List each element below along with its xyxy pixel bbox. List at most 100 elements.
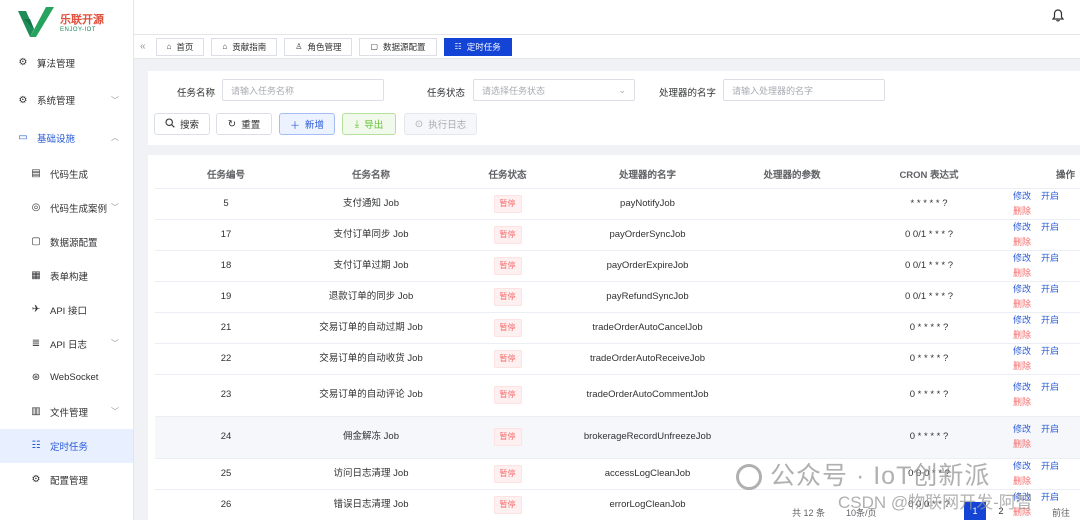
cell-job-id: 22 xyxy=(155,343,297,375)
edit-link[interactable]: 修改 xyxy=(1013,189,1031,203)
header-job-id: 任务编号 xyxy=(155,161,297,189)
tab-0[interactable]: ⌂ 首页 xyxy=(155,37,205,56)
cell-handler-param xyxy=(725,250,859,282)
sidebar-item-2[interactable]: ▭ 基础设施 ︿ xyxy=(0,119,133,157)
delete-link[interactable]: 删除 xyxy=(1013,266,1031,280)
edit-link[interactable]: 修改 xyxy=(1013,459,1031,473)
delete-link[interactable]: 删除 xyxy=(1013,204,1031,218)
sidebar-item-4[interactable]: ◎ 代码生成案例 ﹀ xyxy=(0,191,133,225)
cell-job-status: 暂停 xyxy=(445,374,570,417)
edit-link[interactable]: 修改 xyxy=(1013,313,1031,327)
logo[interactable]: 乐联开源 ENJOY-IOT xyxy=(0,0,133,44)
sidebar-item-label: WebSocket xyxy=(50,372,99,383)
start-link[interactable]: 开启 xyxy=(1041,344,1059,358)
start-link[interactable]: 开启 xyxy=(1041,220,1059,234)
sidebar-item-0[interactable]: ⚙ 算法管理 xyxy=(0,44,133,82)
delete-link[interactable]: 删除 xyxy=(1013,297,1031,311)
sidebar: 乐联开源 ENJOY-IOT ⚙ 算法管理 ⚙ 系统管理 ﹀ ▭ 基础设施 ︿ ▤ 代码生成 ◎ 代码… xyxy=(0,0,134,520)
add-button[interactable]: ＋ 新增 xyxy=(279,113,335,135)
file-icon: ▥ xyxy=(31,406,41,417)
sidebar-item-11[interactable]: ☷ 定时任务 xyxy=(0,428,133,463)
task-status-select[interactable]: 请选择任务状态 ⌄ xyxy=(473,79,635,101)
pagination-total: 共 12 条 xyxy=(792,508,826,518)
start-link[interactable]: 开启 xyxy=(1041,282,1059,296)
sidebar-item-12[interactable]: ⚙ 配置管理 xyxy=(0,463,133,497)
double-chevron-left-icon[interactable]: « xyxy=(140,41,146,52)
cell-handler-param xyxy=(725,343,859,375)
gear-icon: ⚙ xyxy=(18,57,28,69)
cell-cron: 0 * * * * ? xyxy=(859,374,999,417)
cell-handler-name: tradeOrderAutoCommentJob xyxy=(570,374,725,417)
edit-link[interactable]: 修改 xyxy=(1013,220,1031,234)
edit-link[interactable]: 修改 xyxy=(1013,380,1031,394)
cell-actions: 修改 开启删除 xyxy=(999,312,1080,344)
edit-link[interactable]: 修改 xyxy=(1013,282,1031,296)
start-link[interactable]: 开启 xyxy=(1041,251,1059,265)
table-row[interactable]: 19 退款订单的同步 Job 暂停 payRefundSyncJob 0 0/1 * *… xyxy=(155,281,1080,313)
tab-3[interactable]: ▢ 数据源配置 xyxy=(359,37,437,56)
task-name-input[interactable]: 请输入任务名称 xyxy=(222,79,384,101)
sidebar-item-label: 表单构建 xyxy=(50,271,89,283)
delete-link[interactable]: 删除 xyxy=(1013,437,1031,451)
table-row[interactable]: 5 支付通知 Job 暂停 payNotifyJob * * * * * ? 修改 开启删除 xyxy=(155,188,1080,220)
reset-button-label: 重置 xyxy=(241,120,261,131)
start-link[interactable]: 开启 xyxy=(1041,313,1059,327)
sidebar-item-6[interactable]: ▦ 表单构建 xyxy=(0,259,133,293)
delete-link[interactable]: 删除 xyxy=(1013,235,1031,249)
task-list-icon: ☷ xyxy=(31,440,41,451)
gear-icon: ⚙ xyxy=(18,94,28,106)
start-link[interactable]: 开启 xyxy=(1041,459,1059,473)
refresh-icon: ↻ xyxy=(227,118,237,130)
tab-1[interactable]: ⌂ 贡献指南 xyxy=(211,37,278,56)
delete-link[interactable]: 删除 xyxy=(1013,474,1031,488)
sidebar-item-1[interactable]: ⚙ 系统管理 ﹀ xyxy=(0,82,133,120)
brand-logo-icon xyxy=(16,5,56,39)
start-link[interactable]: 开启 xyxy=(1041,380,1059,394)
table-row[interactable]: 22 交易订单的自动收货 Job 暂停 tradeOrderAutoReceiveJo… xyxy=(155,343,1080,375)
sidebar-item-9[interactable]: ⊛ WebSocket xyxy=(0,361,133,395)
search-button[interactable]: 搜索 xyxy=(154,113,210,135)
table-row[interactable]: 18 支付订单过期 Job 暂停 payOrderExpireJob 0 0/1 * *… xyxy=(155,250,1080,282)
header-actions: 操作 xyxy=(999,161,1080,189)
sidebar-item-8[interactable]: ≣ API 日志 ﹀ xyxy=(0,327,133,361)
handler-name-input[interactable]: 请输入处理器的名字 xyxy=(723,79,885,101)
cell-job-name: 佣金解冻 Job xyxy=(297,416,445,459)
cell-job-name: 退款订单的同步 Job xyxy=(297,281,445,313)
edit-link[interactable]: 修改 xyxy=(1013,422,1031,436)
status-badge: 暂停 xyxy=(493,194,522,213)
table-row[interactable]: 23 交易订单的自动评论 Job 暂停 tradeOrderAutoCommentJo… xyxy=(155,374,1080,417)
cell-job-status: 暂停 xyxy=(445,219,570,251)
sidebar-item-7[interactable]: ✈ API 接口 xyxy=(0,293,133,327)
chevron-down-icon: ﹀ xyxy=(111,339,119,348)
cell-job-status: 暂停 xyxy=(445,250,570,282)
header-job-name: 任务名称 xyxy=(297,161,445,189)
tab-4[interactable]: ☷ 定时任务 xyxy=(443,37,512,56)
sidebar-item-label: 文件管理 xyxy=(50,407,89,419)
tags-list: ⌂ 首页 ⌂ 贡献指南 ♙ 角色管理 ▢ 数据源配置 ☷ 定时任务 xyxy=(155,37,519,56)
table-row[interactable]: 21 交易订单的自动过期 Job 暂停 tradeOrderAutoCancelJob… xyxy=(155,312,1080,344)
edit-link[interactable]: 修改 xyxy=(1013,251,1031,265)
export-button[interactable]: ⤓ 导出 xyxy=(342,113,396,135)
reset-button[interactable]: ↻ 重置 xyxy=(216,113,272,135)
start-link[interactable]: 开启 xyxy=(1041,422,1059,436)
monitor-icon: ▭ xyxy=(18,132,28,144)
sidebar-item-label: API 日志 xyxy=(50,339,87,351)
brand-title: 乐联开源 xyxy=(60,14,104,26)
tab-2[interactable]: ♙ 角色管理 xyxy=(284,37,353,56)
delete-link[interactable]: 删除 xyxy=(1013,395,1031,409)
sidebar-item-10[interactable]: ▥ 文件管理 ﹀ xyxy=(0,395,133,429)
table-row[interactable]: 17 支付订单同步 Job 暂停 payOrderSyncJob 0 0/1 * * *… xyxy=(155,219,1080,251)
bell-icon[interactable] xyxy=(1051,9,1065,25)
chevron-down-icon: ﹀ xyxy=(111,95,119,105)
cell-job-id: 19 xyxy=(155,281,297,313)
edit-link[interactable]: 修改 xyxy=(1013,344,1031,358)
start-link[interactable]: 开启 xyxy=(1041,189,1059,203)
cell-job-status: 暂停 xyxy=(445,312,570,344)
execution-log-button[interactable]: ⊙ 执行日志 xyxy=(404,113,477,135)
table-row[interactable]: 24 佣金解冻 Job 暂停 brokerageRecordUnfreezeJob 0 … xyxy=(155,416,1080,459)
delete-link[interactable]: 删除 xyxy=(1013,359,1031,373)
download-icon: ⤓ xyxy=(354,118,360,130)
sidebar-item-3[interactable]: ▤ 代码生成 xyxy=(0,157,133,191)
sidebar-item-5[interactable]: ▢ 数据源配置 xyxy=(0,225,133,259)
delete-link[interactable]: 删除 xyxy=(1013,328,1031,342)
